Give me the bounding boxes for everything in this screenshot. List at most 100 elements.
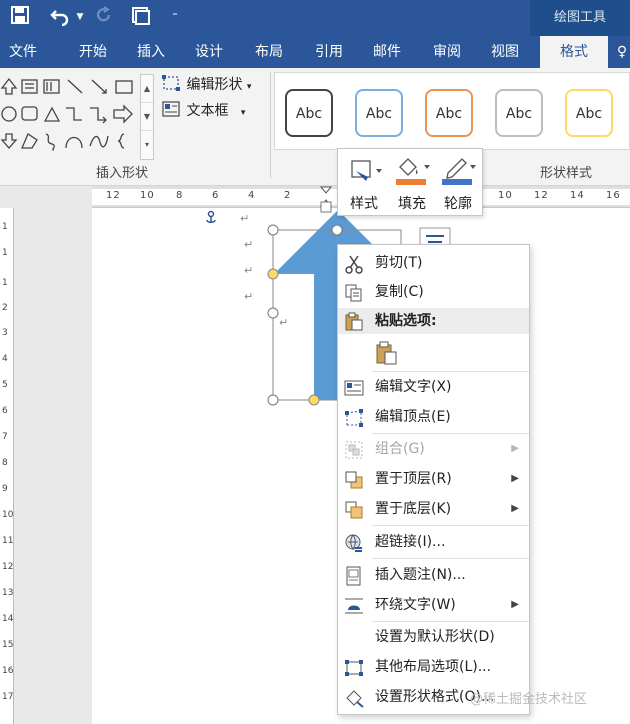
paste-keep-formatting-button[interactable] [338,337,529,369]
menu-separator [372,621,529,622]
menu-separator [372,433,529,434]
resize-handle[interactable] [267,394,279,406]
menu-item-edit-text[interactable]: 编辑文字(X) [338,373,529,401]
customize-toolbar-icon[interactable]: ⁼ [168,6,182,28]
tab-review[interactable]: 审阅 [424,36,470,68]
submenu-arrow-icon: ▶ [511,473,519,484]
gallery-more-icon[interactable]: ▾ [141,131,153,159]
anchor-icon [206,210,216,223]
set-default-label: 设置为默认形状(D) [375,629,495,645]
layout-options-menu-icon [345,660,363,676]
tab-design[interactable]: 设计 [186,36,232,68]
edit-shape-button[interactable]: 编辑形状 ▾ [162,74,251,96]
undo-dropdown-icon[interactable]: ▼ [74,6,86,28]
print-preview-icon[interactable] [128,6,154,28]
vruler-tick: 7 [2,432,8,442]
more-layout-label: 其他布局选项(L)... [375,659,492,675]
tab-format[interactable]: 格式 [540,36,608,68]
menu-item-cut[interactable]: 剪切(T) [338,249,529,277]
mini-style-button[interactable]: 样式 [340,149,388,217]
edit-shape-dropdown-icon: ▾ [246,82,252,92]
edit-points-icon [345,409,363,427]
group-label: 组合(G) [375,441,425,457]
fill-bucket-icon [396,158,430,185]
vruler-tick: 8 [2,458,8,468]
shape-style-gray[interactable]: Abc [495,89,543,137]
tab-layout[interactable]: 布局 [246,36,292,68]
menu-item-set-default-shape[interactable]: 设置为默认形状(D) [338,623,529,651]
menu-item-more-layout-options[interactable]: 其他布局选项(L)... [338,653,529,681]
shape-styles-group-label: 形状样式 [540,166,593,181]
text-box-button[interactable]: 文本框 ▾ [162,100,245,122]
clipboard-icon [345,312,363,331]
tab-view[interactable]: 视图 [482,36,528,68]
menu-item-send-to-back[interactable]: 置于底层(K) ▶ [338,495,529,523]
vruler-tick: 13 [2,588,14,598]
mini-outline-button[interactable]: 轮廓 [434,149,482,217]
send-to-back-label: 置于底层(K) [375,501,452,517]
adjust-handle[interactable] [267,268,279,280]
rotate-handle[interactable] [320,201,332,213]
tab-insert[interactable]: 插入 [128,36,174,68]
vruler-tick: 1 [2,222,8,232]
style-icon [351,160,382,181]
menu-item-copy[interactable]: 复制(C) [338,278,529,306]
menu-item-hyperlink[interactable]: 超链接(I)... [338,528,529,556]
resize-handle[interactable] [267,307,279,319]
hyperlink-icon [345,534,362,552]
redo-icon[interactable] [92,6,116,28]
scroll-up-icon[interactable]: ▲ [141,75,153,103]
caption-icon [346,566,361,586]
group-icon [345,441,363,459]
tab-mailings[interactable]: 邮件 [364,36,410,68]
cut-label: 剪切(T) [375,255,423,271]
bring-to-front-icon [345,471,363,489]
save-icon[interactable] [8,6,32,28]
undo-icon[interactable] [48,6,72,28]
wrap-text-label: 环绕文字(W) [375,597,456,613]
tab-references[interactable]: 引用 [306,36,352,68]
vruler-tick: 1 [2,278,8,288]
shape-styles-gallery[interactable]: Abc Abc Abc Abc Abc [274,72,630,150]
watermark: @稀土掘金技术社区 [470,692,588,707]
vruler-tick: 3 [2,328,8,338]
vruler-tick: 1 [2,248,8,258]
vruler-tick: 6 [2,406,8,416]
paragraph-mark-icon: ↵ [244,290,254,303]
shape-style-dark[interactable]: Abc [285,89,333,137]
scroll-down-icon[interactable]: ▼ [141,103,153,131]
text-box-icon [162,101,180,117]
shape-style-orange[interactable]: Abc [425,89,473,137]
tell-me-icon[interactable]: ♀ [614,36,630,68]
mini-toolbar: 样式 填充 轮廓 [337,148,483,216]
shape-style-gold[interactable]: Abc [565,89,613,137]
tab-file[interactable]: 文件 [0,36,46,68]
shape-style-blue[interactable]: Abc [355,89,403,137]
vruler-tick: 17 [2,692,14,702]
shapes-gallery[interactable] [0,74,140,164]
resize-handle[interactable] [267,224,279,236]
title-bar: ▼ ⁼ 绘图工具 [0,0,630,36]
menu-item-edit-points[interactable]: 编辑顶点(E) [338,403,529,431]
submenu-arrow-icon: ▶ [511,599,519,610]
tab-home[interactable]: 开始 [70,36,116,68]
copy-icon [345,284,362,302]
menu-item-insert-caption[interactable]: 插入题注(N)... [338,561,529,589]
vruler-tick: 2 [2,303,8,313]
ruler-tick: 16 [606,190,621,201]
resize-handle[interactable] [331,224,343,236]
vruler-tick: 5 [2,380,8,390]
menu-item-bring-to-front[interactable]: 置于顶层(R) ▶ [338,465,529,493]
mini-outline-label: 轮廓 [444,196,472,212]
mini-fill-button[interactable]: 填充 [388,149,436,217]
vertical-ruler[interactable]: 1 1 1 2 3 4 5 6 7 8 9 10 11 12 13 14 15 … [0,208,14,724]
menu-item-group[interactable]: 组合(G) ▶ [338,435,529,463]
hyperlink-label: 超链接(I)... [375,534,446,550]
shapes-gallery-icons[interactable] [0,74,140,164]
paragraph-mark-icon: ↵ [244,238,254,251]
adjust-handle[interactable] [308,394,320,406]
menu-item-wrap-text[interactable]: 环绕文字(W) ▶ [338,591,529,619]
ruler-tick: 6 [212,190,220,201]
copy-label: 复制(C) [375,284,424,300]
shapes-gallery-scroll[interactable]: ▲ ▼ ▾ [140,74,154,160]
